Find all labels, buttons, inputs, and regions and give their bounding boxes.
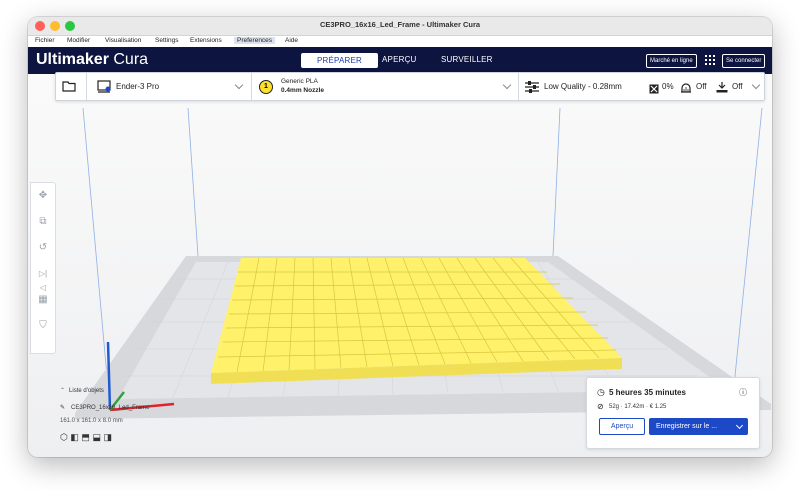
- marketplace-button[interactable]: Marché en ligne: [646, 54, 697, 68]
- move-icon[interactable]: ✥: [36, 189, 50, 203]
- chevron-down-icon[interactable]: [735, 421, 744, 430]
- front-view-icon[interactable]: ◧: [70, 432, 79, 442]
- chevron-down-icon: [234, 80, 244, 90]
- print-info-panel: ◷ 5 heures 35 minutes ⓘ ⊘ 52g · 17.42m ·…: [586, 377, 760, 449]
- tab-monitor[interactable]: SURVEILLER: [441, 55, 493, 64]
- view-orientation-buttons: ⬡ ◧ ⬒ ⬓ ◨: [60, 432, 112, 443]
- material-estimate: 52g · 17.42m · € 1.25: [609, 404, 667, 410]
- tool-sidebar: ✥ ⧉ ↺ ▷|◁ ▦ ⛉: [30, 182, 56, 354]
- support-icon: [680, 80, 692, 93]
- menu-view[interactable]: Visualisation: [105, 37, 141, 44]
- support-value[interactable]: Off: [696, 82, 707, 91]
- printer-selector[interactable]: Ender-3 Pro: [116, 82, 159, 91]
- app-header: Ultimaker Cura PRÉPARER APERÇU SURVEILLE…: [28, 47, 772, 74]
- print-time: 5 heures 35 minutes: [609, 388, 686, 397]
- adhesion-value[interactable]: Off: [732, 82, 743, 91]
- menu-preferences[interactable]: Preferences: [234, 37, 276, 44]
- 3d-view-icon[interactable]: ⬡: [60, 432, 68, 442]
- object-list-header[interactable]: ⌃ Liste d'objets: [60, 387, 104, 394]
- support-blocker-icon[interactable]: ⛉: [36, 319, 50, 333]
- printer-icon: [97, 80, 111, 93]
- open-file-icon[interactable]: [62, 79, 76, 93]
- preview-button[interactable]: Aperçu: [599, 418, 645, 435]
- save-to-disk-button[interactable]: Enregistrer sur le ...: [649, 418, 748, 435]
- quality-profile[interactable]: Low Quality - 0.28mm: [544, 82, 622, 91]
- menu-file[interactable]: Fichier: [35, 37, 55, 44]
- tab-prepare[interactable]: PRÉPARER: [301, 53, 379, 68]
- adhesion-icon: [716, 80, 728, 93]
- chevron-down-icon: [502, 80, 512, 90]
- rotate-icon[interactable]: ↺: [36, 241, 50, 255]
- extruder-icon: 1: [259, 80, 273, 94]
- edit-pencil-icon: ✎: [60, 405, 66, 411]
- window-title: CE3PRO_16x16_Led_Frame - Ultimaker Cura: [319, 20, 481, 29]
- title-bar: CE3PRO_16x16_Led_Frame - Ultimaker Cura: [28, 17, 772, 36]
- object-file-row[interactable]: ✎ CE3PRO_16x16_Led_Frame: [60, 404, 149, 411]
- menu-edit[interactable]: Modifier: [67, 37, 90, 44]
- chevron-up-icon: ⌃: [60, 388, 66, 394]
- left-view-icon[interactable]: ⬓: [92, 432, 101, 442]
- settings-sliders-icon: [525, 80, 539, 93]
- apps-grid-icon[interactable]: [705, 55, 715, 65]
- object-dimensions: 161.0 x 161.0 x 8.0 mm: [60, 418, 123, 424]
- clock-icon: ◷: [597, 387, 605, 397]
- tab-preview[interactable]: APERÇU: [382, 55, 417, 64]
- mirror-icon[interactable]: ▷|◁: [36, 267, 50, 292]
- nozzle-size[interactable]: 0.4mm Nozzle: [281, 87, 324, 94]
- menu-help[interactable]: Aide: [285, 37, 298, 44]
- infill-value[interactable]: 0%: [662, 82, 674, 91]
- chevron-down-icon[interactable]: [751, 80, 761, 90]
- right-view-icon[interactable]: ◨: [103, 432, 112, 442]
- top-view-icon[interactable]: ⬒: [81, 432, 90, 442]
- scale-icon[interactable]: ⧉: [36, 215, 50, 229]
- per-model-settings-icon[interactable]: ▦: [36, 293, 50, 307]
- material-name[interactable]: Generic PLA: [281, 78, 318, 85]
- print-setup-toolbar: Ender-3 Pro 1 Generic PLA 0.4mm Nozzle L…: [55, 72, 765, 101]
- cura-window: CE3PRO_16x16_Led_Frame - Ultimaker Cura …: [28, 17, 772, 457]
- menu-bar: Fichier Modifier Visualisation Settings …: [28, 36, 772, 47]
- info-icon[interactable]: ⓘ: [739, 387, 747, 398]
- app-logo: Ultimaker Cura: [36, 51, 149, 68]
- menu-settings[interactable]: Settings: [155, 37, 179, 44]
- menu-extensions[interactable]: Extensions: [190, 37, 222, 44]
- sign-in-button[interactable]: Se connecter: [722, 54, 766, 68]
- infill-icon: [649, 81, 659, 94]
- spool-icon: ⊘: [597, 402, 604, 411]
